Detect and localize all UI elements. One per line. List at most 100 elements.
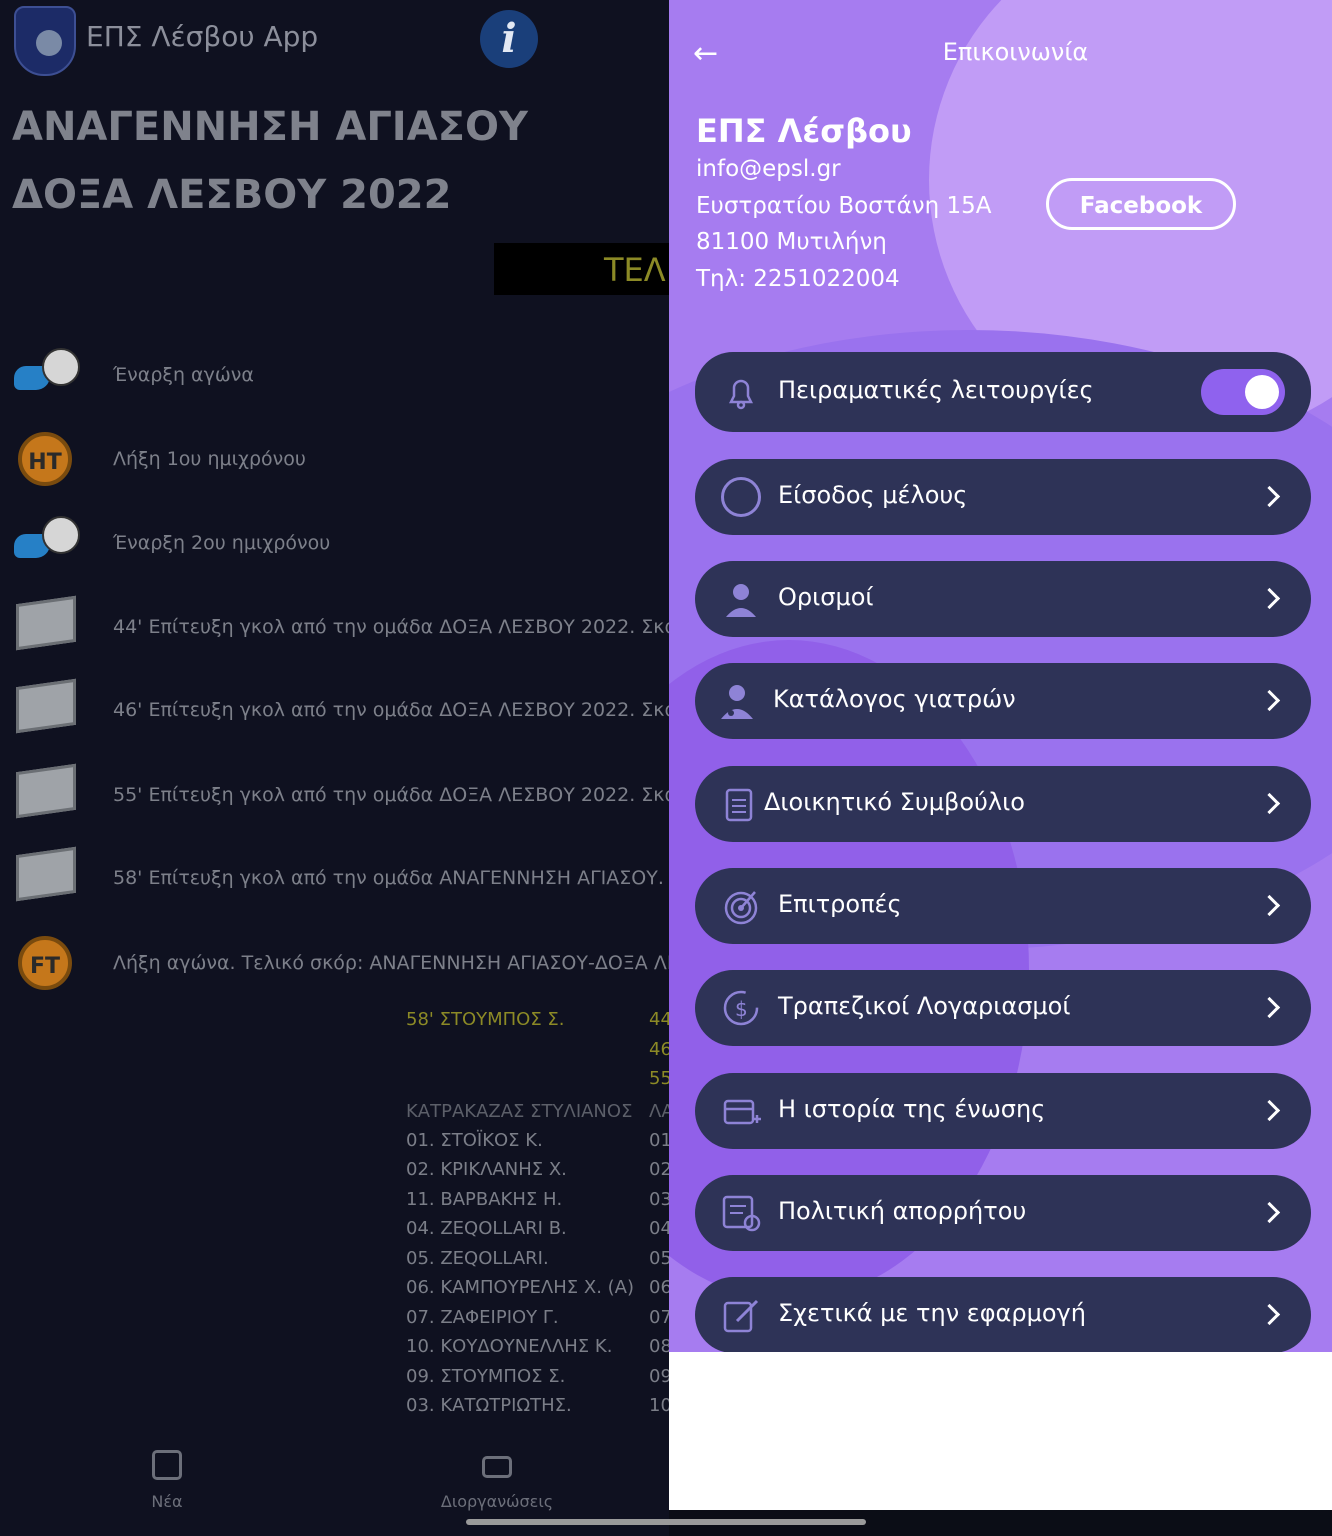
menu-item-appointments[interactable]: Ορισμοί [695,561,1311,637]
chevron-right-icon [1258,1303,1281,1326]
menu-item-privacy[interactable]: Πολιτική απορρήτου [695,1175,1311,1251]
match-screen: ΕΠΣ Λέσβου App i ΑΝΑΓΕΝΝΗΣΗ ΑΓΙΑΣΟΥ ΔΟΞΑ… [0,0,669,1536]
nav-item-competitions[interactable]: Διοργανώσεις [432,1450,562,1511]
event-text: 55' Επίτευξη γκολ από την ομάδα ΔΟΞΑ ΛΕΣ… [113,784,669,806]
event-text: Έναρξη 2ου ημιχρόνου [113,532,331,554]
contact-phone[interactable]: Τηλ: 2251022004 [696,266,900,292]
away-scorer: 55 [649,1068,669,1089]
org-name: ΕΠΣ Λέσβου [696,112,912,150]
match-status-box: ΤΕΛ [494,243,669,295]
away-player: 04 [649,1218,669,1239]
event-text: Λήξη 1ου ημιχρόνου [113,448,306,470]
doctor-icon [717,681,757,721]
wallet-icon [721,1091,761,1131]
home-player: 09. ΣΤΟΥΜΠΟΣ Σ. [406,1366,566,1387]
svg-text:$: $ [735,997,748,1021]
nav-item-news[interactable]: Νέα [137,1450,197,1511]
goal-icon [14,594,80,660]
event-row: 55' Επίτευξη γκολ από την ομάδα ΔΟΞΑ ΛΕΣ… [0,756,669,836]
checklist-icon [721,1193,761,1233]
menu-label: Είσοδος μέλους [778,481,968,509]
event-row: FT Λήξη αγώνα. Τελικό σκόρ: ΑΝΑΓΕΝΝΗΣΗ Α… [0,924,669,1004]
halftime-icon: HT [14,426,80,492]
menu-item-history[interactable]: Η ιστορία της ένωσης [695,1073,1311,1149]
home-player: 02. ΚΡΙΚΛΑΝΗΣ Χ. [406,1159,567,1180]
menu-label: Τραπεζικοί Λογαριασμοί [778,992,1071,1020]
menu-item-board[interactable]: Διοικητικό Συμβούλιο [695,766,1311,842]
bell-icon [721,372,761,412]
goal-icon [14,762,80,828]
facebook-button[interactable]: Facebook [1046,178,1236,230]
home-scorer: 58' ΣΤΟΥΜΠΟΣ Σ. [406,1009,565,1030]
contact-email[interactable]: info@epsl.gr [696,156,841,182]
menu-item-bank-accounts[interactable]: $ Τραπεζικοί Λογαριασμοί [695,970,1311,1046]
home-player: 05. ZEQOLLARI. [406,1248,549,1269]
stack-icon [482,1456,512,1478]
menu-label: Επιτροπές [778,890,902,918]
event-row: 44' Επίτευξη γκολ από την ομάδα ΔΟΞΑ ΛΕΣ… [0,588,669,668]
away-player: 03 [649,1189,669,1210]
event-text: 46' Επίτευξη γκολ από την ομάδα ΔΟΞΑ ΛΕΣ… [113,699,669,721]
away-scorer: 46 [649,1039,669,1060]
away-player: 05 [649,1248,669,1269]
fulltime-icon: FT [14,930,80,996]
home-player: 03. ΚΑΤΩΤΡΙΩΤΗΣ. [406,1395,572,1416]
menu-item-about[interactable]: Σχετικά με την εφαρμογή [695,1277,1311,1352]
away-player: 02 [649,1159,669,1180]
menu-label: Πολιτική απορρήτου [778,1197,1027,1225]
menu-label: Διοικητικό Συμβούλιο [764,788,1025,816]
event-row: HT Λήξη 1ου ημιχρόνου [0,420,669,500]
info-button[interactable]: i [480,10,538,68]
event-text: 58' Επίτευξη γκολ από την ομάδα ΑΝΑΓΕΝΝΗ… [113,867,669,889]
home-player: 04. ZEQOLLARI B. [406,1218,567,1239]
eps-logo-icon [14,6,76,76]
chevron-right-icon [1258,485,1281,508]
away-player: 10 [649,1395,669,1416]
nav-label: Διοργανώσεις [440,1492,554,1511]
menu-item-member-login[interactable]: Είσοδος μέλους [695,459,1311,535]
chevron-right-icon [1258,792,1281,815]
event-row: Έναρξη 2ου ημιχρόνου [0,504,669,584]
dollar-cycle-icon: $ [721,988,761,1028]
menu-label: Η ιστορία της ένωσης [778,1095,1046,1123]
rss-icon [152,1450,182,1480]
edit-icon [721,1295,761,1335]
home-player: 07. ΖΑΦΕΙΡΙΟΥ Γ. [406,1307,559,1328]
goal-icon [14,845,80,911]
nav-label: Νέα [151,1492,183,1511]
clipboard-icon [719,784,759,824]
contact-address: Ευστρατίου Βοστάνη 15Α [696,193,992,219]
chevron-right-icon [1258,996,1281,1019]
referee-icon [721,579,761,619]
chevron-right-icon [1258,894,1281,917]
event-text: Λήξη αγώνα. Τελικό σκόρ: ΑΝΑΓΕΝΝΗΣΗ ΑΓΙΑ… [113,952,669,974]
kickoff-icon [14,510,80,576]
menu-item-experimental[interactable]: Πειραματικές λειτουργίες [695,352,1311,432]
away-player: 09 [649,1366,669,1387]
event-text: Έναρξη αγώνα [113,364,254,386]
chevron-right-icon [1258,587,1281,610]
drawer-blank-area [669,1352,1332,1510]
experimental-toggle[interactable] [1201,369,1285,415]
away-scorer: 44 [649,1009,669,1030]
chevron-right-icon [1258,689,1281,712]
kickoff-icon [14,342,80,408]
event-row: 46' Επίτευξη γκολ από την ομάδα ΔΟΞΑ ΛΕΣ… [0,671,669,751]
goal-icon [14,677,80,743]
menu-item-doctors[interactable]: Κατάλογος γιατρών [695,663,1311,739]
home-player: 11. ΒΑΡΒΑΚΗΣ Η. [406,1189,563,1210]
away-team-name: ΔΟΞΑ ΛΕΣΒΟΥ 2022 [12,172,452,218]
home-team-name: ΑΝΑΓΕΝΝΗΣΗ ΑΓΙΑΣΟΥ [12,104,528,150]
menu-label: Ορισμοί [778,583,874,611]
event-row: 58' Επίτευξη γκολ από την ομάδα ΑΝΑΓΕΝΝΗ… [0,839,669,919]
drawer-title: Επικοινωνία [942,38,1089,66]
match-status: ΤΕΛ [604,251,666,289]
menu-item-committees[interactable]: Επιτροπές [695,868,1311,944]
event-row: Έναρξη αγώνα [0,336,669,416]
menu-label: Κατάλογος γιατρών [773,685,1016,713]
target-icon [721,886,761,926]
contact-drawer: ← Επικοινωνία ΕΠΣ Λέσβου info@epsl.gr Ευ… [669,0,1332,1352]
home-coach: ΚΑΤΡΑΚΑΖΑΣ ΣΤΥΛΙΑΝΟΣ [406,1101,633,1122]
app-bar: ΕΠΣ Λέσβου App i [0,0,669,80]
home-indicator[interactable] [466,1519,866,1525]
